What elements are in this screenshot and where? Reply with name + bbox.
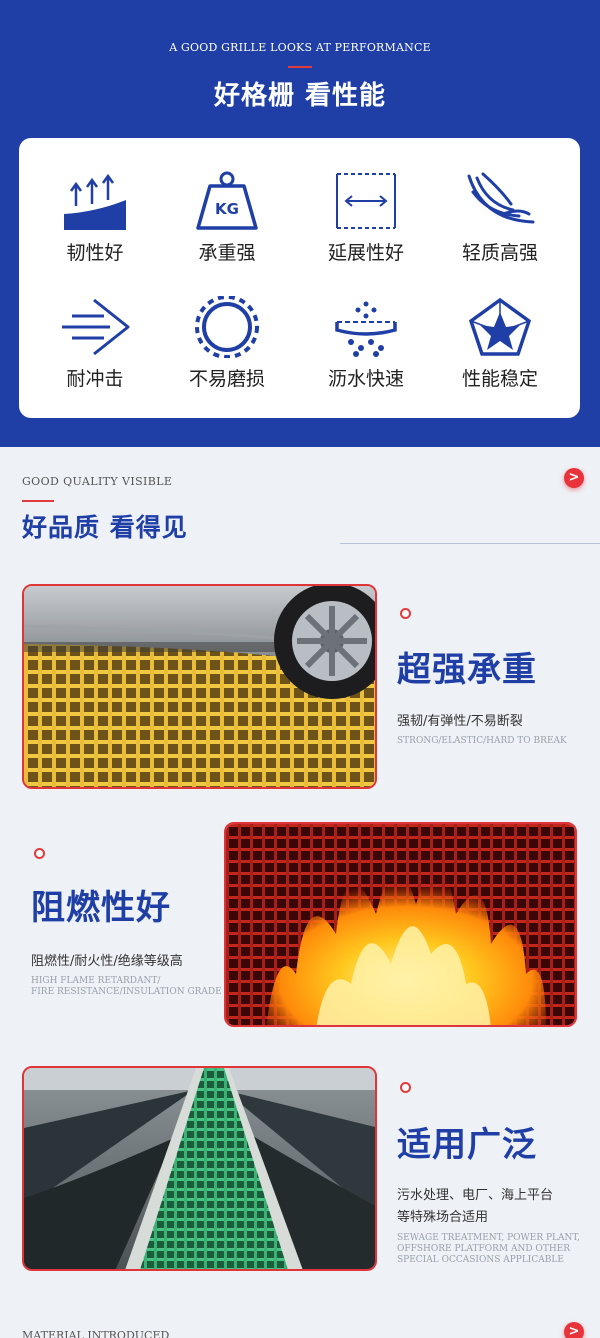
block-description: 强韧/有弹性/不易断裂 [397, 714, 523, 729]
block-description-en: STRONG/ELASTIC/HARD TO BREAK [397, 736, 567, 746]
block-title: 超强承重 [397, 650, 537, 690]
feature-impact: 耐冲击 [30, 296, 160, 391]
quality-rule [340, 543, 600, 544]
features-card: 韧性好 KG 承重强 延展性好 轻质高强 耐冲击 不易磨损 沥水快速 性能稳定 [19, 138, 580, 418]
title-divider [288, 66, 312, 68]
pentagon-star-icon [468, 297, 532, 356]
bullet-dot [400, 1082, 411, 1093]
feature-label: 承重强 [198, 242, 256, 264]
feature-label: 韧性好 [66, 242, 124, 264]
block-title: 适用广泛 [397, 1125, 537, 1165]
block-description-en: HIGH FLAME RETARDANT/ FIRE RESISTANCE/IN… [31, 976, 222, 997]
feature-label: 性能稳定 [461, 368, 538, 390]
feature-lightweight: 轻质高强 [435, 170, 565, 265]
block-description: 阻燃性/耐火性/绝缘等级高 [31, 954, 183, 969]
feather-icon [467, 172, 535, 224]
feature-label: 延展性好 [327, 242, 404, 264]
flame-photo [224, 822, 577, 1027]
quality-title: 好品质 看得见 [22, 513, 188, 542]
feature-wear: 不易磨损 [162, 296, 292, 391]
more-button[interactable]: > [564, 468, 584, 488]
block-description: 污水处理、电厂、海上平台 [397, 1188, 554, 1203]
load-bearing-photo [22, 584, 377, 789]
toughness-arrows-icon [64, 173, 126, 230]
fire-on-grating-image [226, 824, 575, 1025]
more-button[interactable]: > [564, 1322, 584, 1338]
feature-ductility: 延展性好 [301, 170, 431, 265]
bullet-dot [400, 608, 411, 619]
quality-divider [22, 500, 54, 502]
feature-drainage: 沥水快速 [301, 296, 431, 391]
material-subtitle: MATERIAL INTRODUCED [22, 1329, 170, 1338]
svg-text:KG: KG [215, 200, 239, 218]
section-subtitle: A GOOD GRILLE LOOKS AT PERFORMANCE [169, 41, 431, 54]
section-title: 好格栅 看性能 [213, 81, 387, 111]
kg-weight-icon: KG [196, 171, 258, 230]
ductility-arrow-icon [336, 173, 396, 229]
block-title: 阻燃性好 [31, 888, 171, 928]
car-on-grating-image [24, 586, 375, 787]
feature-label: 耐冲击 [66, 368, 124, 390]
block-description-line2: 等特殊场合适用 [397, 1210, 489, 1225]
wear-ring-icon [195, 296, 259, 358]
block-description-en: SEWAGE TREATMENT, POWER PLANT, OFFSHORE … [397, 1233, 580, 1265]
performance-section: A GOOD GRILLE LOOKS AT PERFORMANCE 好格栅 看… [0, 0, 600, 447]
feature-label: 沥水快速 [327, 368, 404, 390]
feature-load: KG 承重强 [162, 170, 292, 265]
feature-label: 轻质高强 [461, 242, 538, 264]
bullet-dot [34, 848, 45, 859]
feature-stable: 性能稳定 [435, 296, 565, 391]
feature-label: 不易磨损 [188, 368, 265, 390]
feature-toughness: 韧性好 [30, 170, 160, 265]
application-photo [22, 1066, 377, 1271]
quality-subtitle: GOOD QUALITY VISIBLE [22, 475, 173, 488]
drainage-icon [335, 301, 397, 357]
sewage-plant-image [24, 1068, 375, 1269]
impact-arrow-icon [62, 298, 130, 356]
